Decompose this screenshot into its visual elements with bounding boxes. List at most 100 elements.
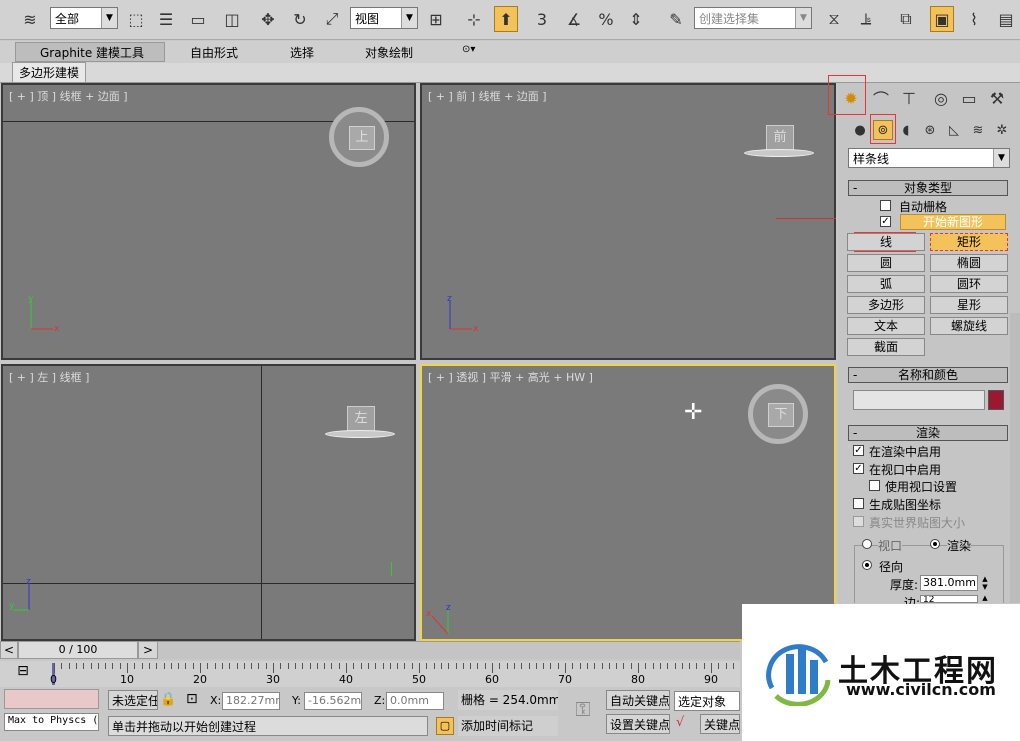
sides-input[interactable]: 12 (920, 595, 978, 603)
edit-named-sel-icon[interactable]: ✎ (664, 6, 688, 32)
create-tab-icon[interactable]: ✹ (838, 85, 864, 111)
snap-3d-icon[interactable]: 3 (530, 6, 554, 32)
y-coord-input[interactable]: -16.562mm (304, 692, 362, 710)
viewport-label[interactable]: [ + ] 前 ] 线框 + 边面 ] (428, 88, 547, 104)
pivot-icon[interactable]: ⊞ (424, 6, 448, 32)
real-world-map-checkbox[interactable] (853, 516, 864, 527)
enable-in-renderer-checkbox[interactable]: ✓ (853, 445, 864, 456)
ngon-button[interactable]: 多边形 (847, 296, 925, 314)
time-slider-thumb[interactable]: 0 / 100 (18, 641, 138, 659)
named-selection-dropdown[interactable]: 创建选择集 ▼ (694, 7, 812, 29)
systems-icon[interactable]: ✲ (992, 120, 1012, 140)
radial-radio[interactable] (862, 560, 872, 570)
window-crossing-icon[interactable]: ◫ (220, 6, 244, 32)
maxscript-listener-pink[interactable] (4, 689, 99, 709)
enable-in-viewport-checkbox[interactable]: ✓ (853, 463, 864, 474)
viewcube[interactable]: 下 (748, 384, 808, 444)
time-slider[interactable]: < 0 / 100 > (0, 641, 740, 661)
viewcube[interactable]: 前 (744, 125, 814, 161)
donut-button[interactable]: 圆环 (930, 275, 1008, 293)
spinner-snap-icon[interactable]: ⇕ (624, 6, 648, 32)
tab-graphite[interactable]: Graphite 建模工具 (40, 44, 144, 61)
graphite-toggle-icon[interactable]: ▣ (930, 6, 954, 32)
gen-mapping-checkbox[interactable] (853, 498, 864, 509)
z-coord-input[interactable]: 0.0mm (386, 692, 444, 710)
circle-button[interactable]: 圆 (847, 254, 925, 272)
hierarchy-tab-icon[interactable]: ⊤ (896, 85, 922, 111)
helix-button[interactable]: 螺旋线 (930, 317, 1008, 335)
schematic-icon[interactable]: ▤ (994, 6, 1018, 32)
spacewarps-icon[interactable]: ≋ (968, 120, 988, 140)
rollout-name-color[interactable]: - 名称和颜色 (848, 367, 1008, 383)
viewport-label[interactable]: [ + ] 透视 ] 平滑 + 高光 + HW ] (428, 369, 593, 385)
select-by-name-icon[interactable]: ☰ (154, 6, 178, 32)
angle-snap-icon[interactable]: ∡ (562, 6, 586, 32)
use-viewport-settings-checkbox[interactable] (869, 480, 880, 491)
maxscript-input[interactable]: Max to Physcs ( (4, 713, 99, 731)
undo-icon[interactable]: ≋ (18, 6, 42, 32)
shapes-icon[interactable]: ⊚ (873, 120, 893, 140)
viewport-front[interactable]: [ + ] 前 ] 线框 + 边面 ] 前 z x (420, 83, 836, 360)
time-next-button[interactable]: > (138, 641, 158, 659)
thickness-input[interactable]: 381.0mm (920, 575, 978, 591)
tab-object-paint[interactable]: 对象绘制 (365, 44, 413, 61)
arc-button[interactable]: 弧 (847, 275, 925, 293)
viewcube[interactable]: 上 (329, 107, 389, 167)
render-radio[interactable] (930, 539, 940, 549)
curve-editor-icon[interactable]: ⌇ (962, 6, 986, 32)
x-coord-input[interactable]: 182.27mm (222, 692, 280, 710)
ref-coord-dropdown[interactable]: 视图 ▼ (350, 7, 418, 29)
viewport-label[interactable]: [ + ] 左 ] 线框 ] (9, 369, 89, 385)
viewcube-face[interactable]: 下 (768, 403, 794, 427)
time-prev-button[interactable]: < (0, 641, 18, 659)
viewcube-face[interactable]: 上 (349, 126, 375, 150)
ribbon-options-icon[interactable]: ⊙▾ (462, 44, 475, 55)
set-key-icon[interactable]: ⚿ (566, 697, 600, 727)
tab-polygon-modeling[interactable]: 多边形建模 (12, 62, 87, 83)
select-icon[interactable]: ⬚ (124, 6, 148, 32)
thickness-spinner[interactable]: ▲ ▼ (980, 575, 990, 591)
absolute-mode-icon[interactable]: ⊡ (186, 691, 198, 707)
sides-spinner[interactable]: ▲ (980, 594, 990, 603)
viewport-radio[interactable] (862, 539, 872, 549)
selection-filter-dropdown[interactable]: 全部 ▼ (50, 7, 118, 29)
start-new-shape-checkbox[interactable]: ✓ (880, 216, 891, 227)
set-key-button[interactable]: 设置关键点 (606, 714, 670, 734)
auto-key-button[interactable]: 自动关键点 (606, 690, 670, 710)
geometry-icon[interactable]: ● (850, 120, 870, 140)
object-color-swatch[interactable] (988, 390, 1004, 410)
auto-grid-checkbox[interactable] (880, 200, 891, 211)
star-button[interactable]: 星形 (930, 296, 1008, 314)
key-mode-dropdown[interactable]: 选定对象 (674, 691, 740, 711)
scale-icon[interactable]: ⤢ (320, 6, 344, 32)
cameras-icon[interactable]: ⊛ (920, 120, 940, 140)
add-time-tag[interactable]: 添加时间标记 (458, 716, 558, 736)
key-tangent-icon[interactable]: √ (676, 715, 684, 730)
object-name-input[interactable] (853, 390, 985, 410)
rectangle-button[interactable]: 矩形 (930, 233, 1008, 251)
rotate-icon[interactable]: ↻ (288, 6, 312, 32)
viewcube-face[interactable]: 左 (347, 406, 375, 432)
lock-icon[interactable]: 🔒 (160, 692, 176, 707)
track-bar[interactable]: ⊟ 0 10 20 30 40 50 60 70 80 90 (0, 661, 740, 687)
category-dropdown[interactable]: 样条线 ▼ (848, 148, 1010, 168)
percent-snap-icon[interactable]: % (594, 6, 618, 32)
rect-region-icon[interactable]: ▭ (186, 6, 210, 32)
viewport-perspective[interactable]: [ + ] 透视 ] 平滑 + 高光 + HW ] ✛ 下 z x (420, 364, 836, 641)
move-icon[interactable]: ✥ (256, 6, 280, 32)
mirror-icon[interactable]: ⧖ (822, 6, 846, 32)
lights-icon[interactable]: ◖ (896, 120, 916, 140)
motion-tab-icon[interactable]: ◎ (928, 85, 954, 111)
time-slider-track[interactable] (158, 641, 740, 659)
viewcube-face[interactable]: 前 (766, 125, 794, 151)
snap-toggle-icon[interactable]: ⬆ (494, 6, 518, 32)
time-tag-icon[interactable]: ▢ (436, 717, 454, 735)
viewport-left[interactable]: [ + ] 左 ] 线框 ] 左 z y (1, 364, 416, 641)
tab-freeform[interactable]: 自由形式 (190, 44, 238, 61)
viewcube[interactable]: 左 (325, 406, 395, 442)
viewport-label[interactable]: [ + ] 顶 ] 线框 + 边面 ] (9, 88, 128, 104)
utilities-tab-icon[interactable]: ⚒ (984, 85, 1010, 111)
ellipse-button[interactable]: 椭圆 (930, 254, 1008, 272)
panel-scrollbar[interactable] (1010, 313, 1020, 603)
rollout-object-type[interactable]: - 对象类型 (848, 180, 1008, 196)
